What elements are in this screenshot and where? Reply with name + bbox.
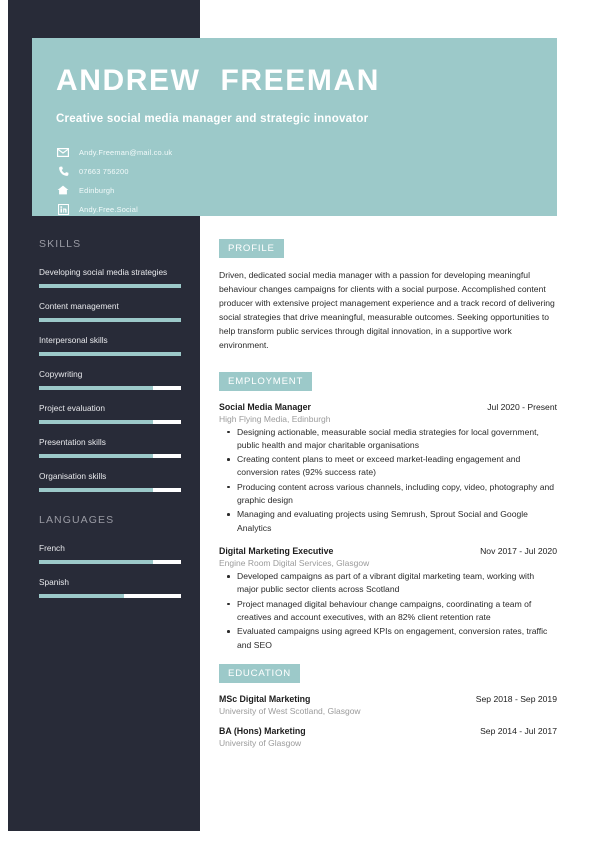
entry-organisation: High Flying Media, Edinburgh <box>219 413 331 424</box>
entry-date: Jul 2020 - Present <box>487 401 557 412</box>
entry-title: Social Media Manager <box>219 401 311 412</box>
contact-linkedin-text: Andy.Free.Social <box>79 204 138 214</box>
skill-level-fill <box>39 318 181 323</box>
languages-heading: LANGUAGES <box>39 514 115 527</box>
contact-phone-text: 07663 756200 <box>79 166 129 176</box>
skill-level-bar <box>39 454 181 459</box>
education-entry: BA (Hons) Marketing Sep 2014 - Jul 2017 Un… <box>219 726 557 748</box>
skill-item: Project evaluation <box>39 402 181 425</box>
language-level-bar <box>39 560 181 565</box>
skill-label: Developing social media strategies <box>39 267 168 277</box>
contact-email-text: Andy.Freeman@mail.co.uk <box>79 147 173 157</box>
candidate-tagline: Creative social media manager and strate… <box>56 113 369 125</box>
contact-item-email[interactable]: Andy.Freeman@mail.co.uk <box>56 145 533 159</box>
contact-item-linkedin[interactable]: Andy.Free.Social <box>56 202 533 216</box>
employment-entries: Social Media Manager Jul 2020 - Present Hi… <box>219 402 557 652</box>
education-heading: EDUCATION <box>219 663 300 683</box>
linkedin-icon <box>56 203 70 215</box>
skill-label: Content management <box>39 301 119 312</box>
main-content: PROFILE Driven, dedicated social media m… <box>219 238 557 758</box>
contact-location-text: Edinburgh <box>79 185 115 195</box>
profile-section: PROFILE Driven, dedicated social media m… <box>219 238 557 353</box>
header-banner: ANDREW FREEMAN Creative social media man… <box>32 38 557 216</box>
education-entry: MSc Digital Marketing Sep 2018 - Sep 2019… <box>219 694 557 716</box>
entry-bullet: Evaluated campaigns using agreed KPIs on… <box>227 625 557 652</box>
profile-text: Driven, dedicated social media manager w… <box>219 270 555 350</box>
entry-title: BA (Hons) Marketing <box>219 725 306 736</box>
skill-item: Organisation skills <box>39 470 181 493</box>
skill-level-bar <box>39 318 181 323</box>
skill-label: Interpersonal skills <box>39 335 108 346</box>
skill-level-bar <box>39 352 181 357</box>
skill-level-bar <box>39 284 181 289</box>
education-section: EDUCATION MSc Digital Marketing Sep 2018 … <box>219 663 557 748</box>
skill-level-fill <box>39 488 153 493</box>
entry-bullet: Managing and evaluating projects using S… <box>227 508 557 535</box>
skill-label: Presentation skills <box>39 437 106 448</box>
envelope-icon <box>56 146 70 158</box>
skill-level-fill <box>39 284 181 289</box>
entry-bullet-list: Developed campaigns as part of a vibrant… <box>219 570 557 652</box>
entry-title: MSc Digital Marketing <box>219 693 311 704</box>
profile-heading: PROFILE <box>219 239 284 258</box>
entry-bullet: Designing actionable, measurable social … <box>227 426 557 453</box>
skill-level-fill <box>39 454 153 459</box>
entry-bullet: Creating content plans to meet or exceed… <box>227 453 557 480</box>
skill-label: Project evaluation <box>39 403 105 414</box>
skill-level-fill <box>39 386 153 391</box>
language-level-fill <box>39 560 153 565</box>
skill-level-bar <box>39 488 181 493</box>
candidate-name: ANDREW FREEMAN <box>56 64 380 97</box>
skill-level-fill <box>39 420 153 425</box>
entry-bullet: Developed campaigns as part of a vibrant… <box>227 570 557 597</box>
skills-list: Developing social media strategies Conten… <box>39 266 181 493</box>
skill-item: Developing social media strategies <box>39 266 181 289</box>
entry-header: Digital Marketing Executive Nov 2017 - Ju… <box>219 546 557 556</box>
skill-label: Organisation skills <box>39 471 107 482</box>
skill-item: Copywriting <box>39 368 181 391</box>
skill-item: Content management <box>39 300 181 323</box>
contact-item-phone[interactable]: 07663 756200 <box>56 164 533 178</box>
entry-header: MSc Digital Marketing Sep 2018 - Sep 2019 <box>219 694 557 704</box>
entry-title: Digital Marketing Executive <box>219 546 334 557</box>
phone-icon <box>56 165 70 177</box>
language-label: Spanish <box>39 577 69 588</box>
language-item: French <box>39 542 181 565</box>
language-label: French <box>39 543 65 554</box>
employment-section: EMPLOYMENT Social Media Manager Jul 2020 … <box>219 371 557 652</box>
contact-list: Andy.Freeman@mail.co.uk 07663 756200 Edi… <box>56 145 533 216</box>
employment-entry: Digital Marketing Executive Nov 2017 - Ju… <box>219 546 557 652</box>
entry-organisation: Engine Room Digital Services, Glasgow <box>219 558 370 569</box>
contact-item-location[interactable]: Edinburgh <box>56 183 533 197</box>
skill-level-fill <box>39 352 181 357</box>
employment-entry: Social Media Manager Jul 2020 - Present Hi… <box>219 402 557 536</box>
language-level-bar <box>39 594 181 599</box>
entry-organisation: University of West Scotland, Glasgow <box>219 705 361 716</box>
languages-block: LANGUAGES French Spanish <box>39 514 181 599</box>
skill-label: Copywriting <box>39 369 83 380</box>
languages-list: French Spanish <box>39 542 181 599</box>
employment-heading: EMPLOYMENT <box>219 371 313 391</box>
entry-date: Sep 2014 - Jul 2017 <box>480 725 557 736</box>
entry-header: Social Media Manager Jul 2020 - Present <box>219 402 557 412</box>
entry-organisation: University of Glasgow <box>219 737 302 748</box>
skill-level-bar <box>39 386 181 391</box>
skill-item: Interpersonal skills <box>39 334 181 357</box>
language-level-fill <box>39 594 125 599</box>
skill-level-bar <box>39 420 181 425</box>
skill-item: Presentation skills <box>39 436 181 459</box>
entry-bullet: Project managed digital behaviour change… <box>227 598 557 625</box>
entry-bullet-list: Designing actionable, measurable social … <box>219 426 557 536</box>
language-item: Spanish <box>39 576 181 599</box>
entry-date: Nov 2017 - Jul 2020 <box>480 546 557 557</box>
entry-bullet: Producing content across various channel… <box>227 481 557 508</box>
entry-date: Sep 2018 - Sep 2019 <box>475 693 557 704</box>
education-entries: MSc Digital Marketing Sep 2018 - Sep 2019… <box>219 694 557 748</box>
sidebar: SKILLS Developing social media strategie… <box>39 238 181 610</box>
home-icon <box>56 184 70 196</box>
entry-header: BA (Hons) Marketing Sep 2014 - Jul 2017 <box>219 726 557 736</box>
skills-heading: SKILLS <box>39 238 82 250</box>
